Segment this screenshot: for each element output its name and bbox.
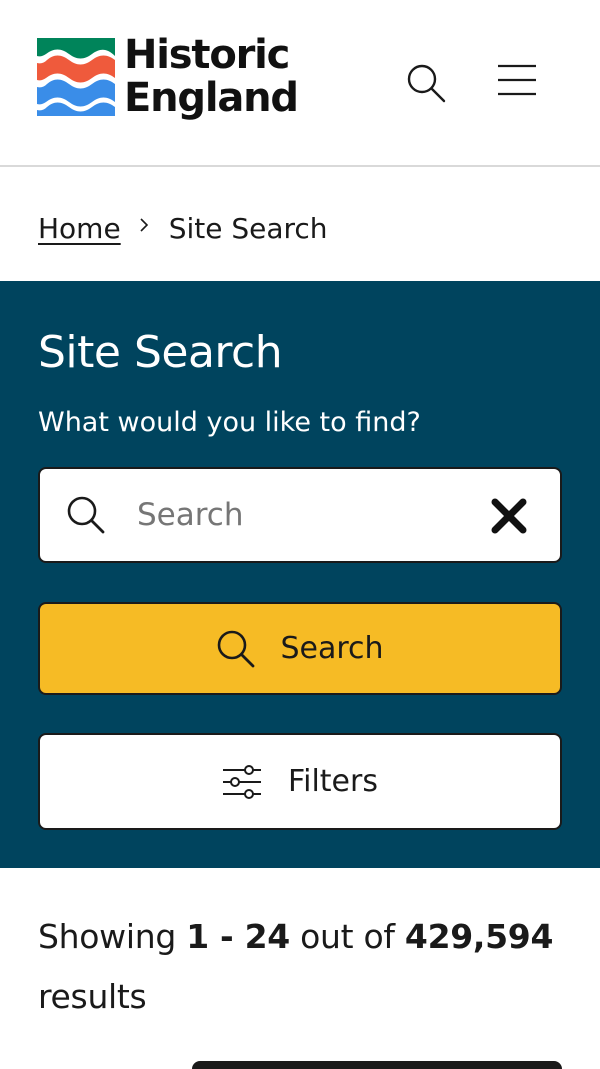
clear-search-icon[interactable]	[490, 497, 528, 535]
chevron-right-icon	[139, 207, 149, 240]
results-middle: out of	[300, 917, 395, 956]
breadcrumb: Home Site Search	[38, 207, 328, 250]
header-menu-button[interactable]	[495, 61, 539, 99]
search-button-label: Search	[280, 631, 384, 666]
site-header: Historic England	[0, 0, 600, 167]
results-prefix: Showing	[38, 917, 176, 956]
results-suffix: results	[38, 977, 147, 1016]
search-input[interactable]	[135, 496, 469, 534]
results-total: 429,594	[404, 917, 554, 956]
site-search-panel: Site Search What would you like to find?…	[0, 281, 600, 868]
sort-dropdown-top-edge[interactable]	[192, 1061, 562, 1069]
sliders-icon	[223, 764, 262, 799]
logo-line-1: Historic	[124, 32, 290, 78]
historic-england-logo[interactable]: Historic England	[37, 34, 299, 120]
search-icon	[67, 496, 105, 534]
logo-line-2: England	[124, 75, 299, 121]
search-button[interactable]: Search	[38, 602, 562, 695]
search-icon	[407, 64, 446, 103]
results-range: 1 - 24	[186, 917, 290, 956]
hamburger-menu-icon	[498, 64, 536, 96]
breadcrumb-home-link[interactable]: Home	[38, 212, 121, 245]
header-search-button[interactable]	[404, 61, 448, 105]
filters-button[interactable]: Filters	[38, 733, 562, 830]
search-field[interactable]	[38, 467, 562, 563]
page-title: Site Search	[38, 327, 283, 378]
breadcrumb-current: Site Search	[168, 212, 328, 245]
results-summary: Showing 1 - 24 out of 429,594 results	[38, 907, 568, 1027]
search-prompt: What would you like to find?	[38, 407, 421, 438]
filters-button-label: Filters	[288, 764, 378, 799]
logo-wordmark: Historic England	[124, 32, 299, 121]
logo-waves-icon	[37, 38, 115, 116]
search-icon	[218, 630, 255, 667]
